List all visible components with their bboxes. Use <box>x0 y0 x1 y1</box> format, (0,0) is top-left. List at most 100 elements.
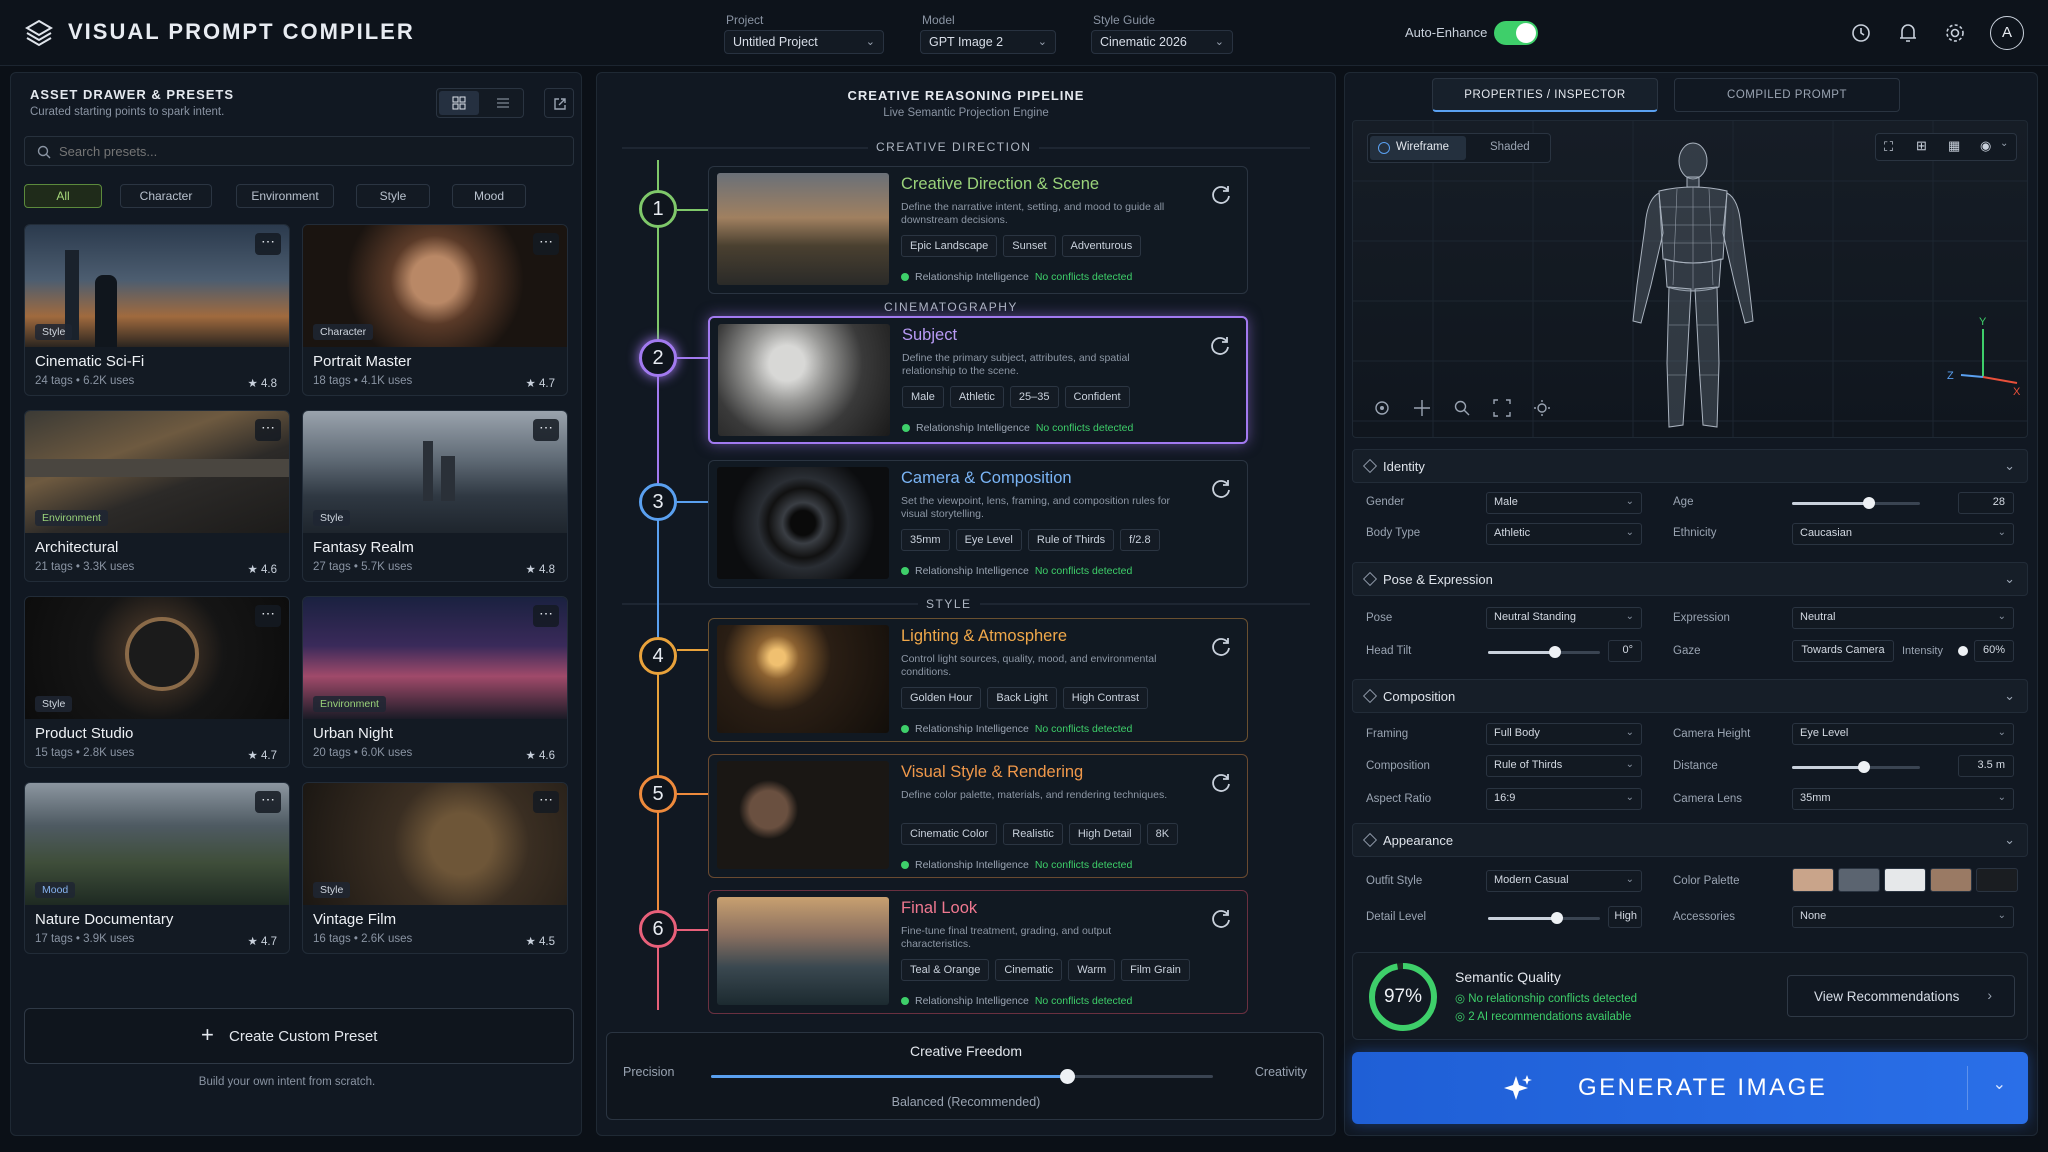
tag-chip[interactable]: Cinematic <box>995 959 1063 981</box>
export-button[interactable] <box>544 88 574 118</box>
gender-select[interactable]: Male ⌄ <box>1486 492 1642 514</box>
tab-properties[interactable]: PROPERTIES / INSPECTOR <box>1432 78 1658 112</box>
fullscreen-icon[interactable]: ⛶ <box>1884 139 1893 155</box>
tag-chip[interactable]: High Contrast <box>1062 687 1149 709</box>
detail-level-value[interactable]: High <box>1608 906 1642 928</box>
tag-chip[interactable]: Back Light <box>987 687 1057 709</box>
card-menu-button[interactable]: ⋯ <box>255 791 281 813</box>
filter-style[interactable]: Style <box>356 184 430 208</box>
step-node-6[interactable]: 6 <box>639 910 677 948</box>
outfit-style-select[interactable]: Modern Casual ⌄ <box>1486 870 1642 892</box>
tag-chip[interactable]: High Detail <box>1068 823 1141 845</box>
filter-environment[interactable]: Environment <box>236 184 334 208</box>
step-card-creative-direction[interactable]: Creative Direction & Scene Define the na… <box>708 166 1248 294</box>
tag-chip[interactable]: Golden Hour <box>901 687 982 709</box>
avatar[interactable]: A <box>1990 16 2024 50</box>
camera-icon[interactable]: ◉ <box>1980 138 1991 154</box>
distance-slider-knob[interactable] <box>1857 761 1870 773</box>
tag-chip[interactable]: 25–35 <box>1009 386 1059 408</box>
bell-icon[interactable] <box>1897 21 1919 45</box>
wireframe-button[interactable]: Wireframe <box>1370 136 1466 160</box>
chevron-down-icon[interactable]: ⌄ <box>1993 1074 2006 1094</box>
card-menu-button[interactable]: ⋯ <box>533 605 559 627</box>
filter-character[interactable]: Character <box>120 184 212 208</box>
body-type-select[interactable]: Athletic ⌄ <box>1486 523 1642 545</box>
step-node-2[interactable]: 2 <box>639 339 677 377</box>
card-menu-button[interactable]: ⋯ <box>255 233 281 255</box>
composition-select[interactable]: Rule of Thirds ⌄ <box>1486 755 1642 777</box>
card-menu-button[interactable]: ⋯ <box>533 233 559 255</box>
search-input[interactable] <box>59 142 559 160</box>
step-card-subject[interactable]: Subject Define the primary subject, attr… <box>708 316 1248 444</box>
refresh-icon[interactable] <box>1208 334 1232 358</box>
palette-swatch[interactable] <box>1884 868 1926 892</box>
step-node-1[interactable]: 1 <box>639 190 677 228</box>
gaze-select[interactable]: Towards Camera <box>1792 640 1894 662</box>
tag-chip[interactable]: Confident <box>1064 386 1130 408</box>
lighting-icon[interactable] <box>1533 399 1551 417</box>
style-guide-select[interactable]: Cinematic 2026 ⌄ <box>1091 30 1233 54</box>
preset-card[interactable]: ⋯ Style Fantasy Realm 27 tags • 5.7K use… <box>302 410 568 582</box>
step-card-final-look[interactable]: Final Look Fine-tune final treatment, gr… <box>708 890 1248 1014</box>
accessories-select[interactable]: None ⌄ <box>1792 906 2014 928</box>
card-menu-button[interactable]: ⋯ <box>255 419 281 441</box>
section-composition[interactable]: Composition ⌄ <box>1352 679 2028 713</box>
step-node-3[interactable]: 3 <box>639 483 677 521</box>
step-node-5[interactable]: 5 <box>639 775 677 813</box>
expression-select[interactable]: Neutral ⌄ <box>1792 607 2014 629</box>
tag-chip[interactable]: Rule of Thirds <box>1027 529 1115 551</box>
tag-chip[interactable]: f/2.8 <box>1120 529 1160 551</box>
model-select[interactable]: GPT Image 2 ⌄ <box>920 30 1056 54</box>
section-pose-expression[interactable]: Pose & Expression ⌄ <box>1352 562 2028 596</box>
pose-select[interactable]: Neutral Standing ⌄ <box>1486 607 1642 629</box>
create-preset-button[interactable]: + Create Custom Preset <box>24 1008 574 1064</box>
gear-icon[interactable] <box>1944 22 1966 44</box>
tab-compiled-prompt[interactable]: COMPILED PROMPT <box>1674 78 1900 112</box>
refresh-icon[interactable] <box>1209 771 1233 795</box>
tag-chip[interactable]: Cinematic Color <box>901 823 998 845</box>
card-menu-button[interactable]: ⋯ <box>533 791 559 813</box>
shaded-button[interactable]: Shaded <box>1468 136 1548 160</box>
distance-value[interactable]: 3.5 m <box>1958 755 2014 777</box>
pan-icon[interactable] <box>1413 399 1431 417</box>
preset-card[interactable]: ⋯ Character Portrait Master 18 tags • 4.… <box>302 224 568 396</box>
freedom-slider-knob[interactable] <box>1059 1069 1075 1084</box>
step-card-camera[interactable]: Camera & Composition Set the viewpoint, … <box>708 460 1248 588</box>
preset-card[interactable]: ⋯ Mood Nature Documentary 17 tags • 3.9K… <box>24 782 290 954</box>
card-menu-button[interactable]: ⋯ <box>533 419 559 441</box>
tag-chip[interactable]: Adventurous <box>1061 235 1142 257</box>
tag-chip[interactable]: Sunset <box>1003 235 1056 257</box>
age-value[interactable]: 28 <box>1958 492 2014 514</box>
intensity-value[interactable]: 60% <box>1974 640 2014 662</box>
palette-swatch[interactable] <box>1838 868 1880 892</box>
preset-card[interactable]: ⋯ Style Vintage Film 16 tags • 2.6K uses… <box>302 782 568 954</box>
frame-icon[interactable] <box>1493 399 1511 417</box>
history-icon[interactable] <box>1850 22 1872 44</box>
project-select[interactable]: Untitled Project ⌄ <box>724 30 884 54</box>
tag-chip[interactable]: Epic Landscape <box>901 235 998 257</box>
tag-chip[interactable]: Male <box>902 386 944 408</box>
chevron-down-icon[interactable]: ⌄ <box>2000 138 2008 149</box>
generate-image-button[interactable]: GENERATE IMAGE ⌄ <box>1352 1052 2028 1124</box>
palette-swatch[interactable] <box>1792 868 1834 892</box>
ethnicity-select[interactable]: Caucasian ⌄ <box>1792 523 2014 545</box>
grid-toggle-icon[interactable]: ▦ <box>1948 138 1960 154</box>
step-card-lighting[interactable]: Lighting & Atmosphere Control light sour… <box>708 618 1248 742</box>
step-card-visual-style[interactable]: Visual Style & Rendering Define color pa… <box>708 754 1248 878</box>
preset-card[interactable]: ⋯ Environment Architectural 21 tags • 3.… <box>24 410 290 582</box>
preset-card[interactable]: ⋯ Environment Urban Night 20 tags • 6.0K… <box>302 596 568 768</box>
camera-height-select[interactable]: Eye Level ⌄ <box>1792 723 2014 745</box>
aspect-ratio-select[interactable]: 16:9 ⌄ <box>1486 788 1642 810</box>
palette-swatch[interactable] <box>1930 868 1972 892</box>
tag-chip[interactable]: Realistic <box>1003 823 1063 845</box>
search-box[interactable] <box>24 136 574 166</box>
filter-mood[interactable]: Mood <box>452 184 526 208</box>
split-view-icon[interactable]: ⊞ <box>1916 138 1927 154</box>
viewport-3d[interactable]: Wireframe Shaded ⛶ ⊞ ▦ ◉ ⌄ Y Z X <box>1352 120 2028 438</box>
section-appearance[interactable]: Appearance ⌄ <box>1352 823 2028 857</box>
view-recommendations-button[interactable]: View Recommendations › <box>1787 975 2015 1017</box>
tag-chip[interactable]: Athletic <box>949 386 1004 408</box>
intensity-knob[interactable] <box>1958 646 1968 656</box>
section-identity[interactable]: Identity ⌄ <box>1352 449 2028 483</box>
refresh-icon[interactable] <box>1209 183 1233 207</box>
